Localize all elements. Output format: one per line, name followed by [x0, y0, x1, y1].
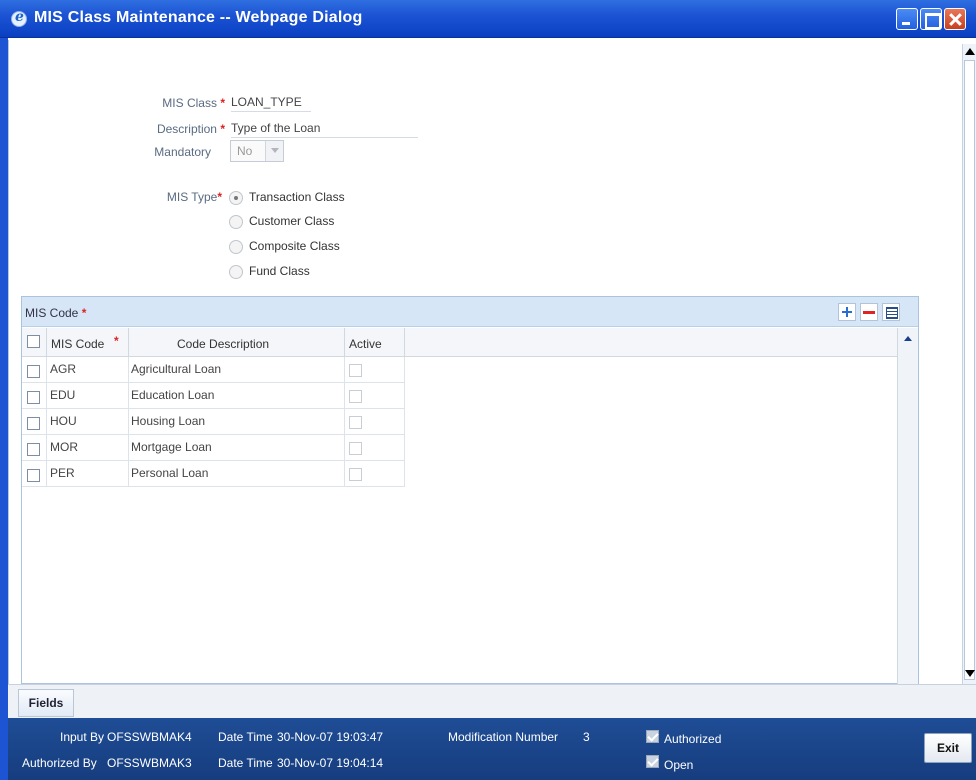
ie-logo-icon [11, 9, 27, 27]
row-active-checkbox[interactable] [349, 468, 362, 481]
mandatory-select-value: No [237, 144, 253, 158]
chevron-down-icon [265, 141, 283, 161]
window-frame-left [0, 38, 8, 780]
mandatory-select[interactable]: No [230, 140, 284, 162]
row-active-cell [345, 409, 405, 435]
select-all-checkbox[interactable] [27, 335, 40, 348]
row-active-cell [345, 435, 405, 461]
table-row [22, 461, 47, 487]
audit-footer: Input By OFSSWBMAK4 Date Time 30-Nov-07 … [8, 718, 976, 780]
radio-label-composite-class: Composite Class [249, 239, 340, 253]
authorized-by-value: OFSSWBMAK3 [107, 756, 192, 770]
row-active-checkbox[interactable] [349, 364, 362, 377]
table-row [22, 383, 47, 409]
maximize-icon[interactable] [920, 8, 942, 30]
row-code-cell[interactable]: HOU [47, 409, 129, 435]
input-by-label: Input By [60, 730, 105, 744]
mis-type-label: MIS Type* [166, 190, 222, 204]
window-scrollbar[interactable] [962, 44, 976, 684]
row-description-cell[interactable]: Agricultural Loan [129, 357, 345, 383]
row-select-checkbox[interactable] [27, 391, 40, 404]
row-description-cell[interactable]: Mortgage Loan [129, 435, 345, 461]
open-checkbox-label: Open [664, 758, 694, 772]
mis-class-label: MIS Class * [162, 96, 225, 110]
grid-scrollbar[interactable] [897, 328, 918, 684]
table-row [22, 409, 47, 435]
row-active-cell [345, 383, 405, 409]
authorized-checkbox-label: Authorized [664, 732, 722, 746]
column-header-mis-code: MIS Code * [47, 328, 129, 357]
mis-class-field[interactable]: LOAN_TYPE [231, 95, 311, 112]
table-row [22, 357, 47, 383]
exit-button[interactable]: Exit [924, 733, 972, 763]
open-checkbox[interactable] [646, 755, 659, 768]
column-header-active: Active [345, 328, 405, 357]
radio-customer-class[interactable] [229, 215, 243, 229]
row-description-cell[interactable]: Education Loan [129, 383, 345, 409]
radio-label-transaction-class: Transaction Class [249, 190, 345, 204]
radio-label-fund-class: Fund Class [249, 264, 310, 278]
column-header-filler [405, 328, 897, 357]
row-select-checkbox[interactable] [27, 469, 40, 482]
authorized-by-label: Authorized By [22, 756, 97, 770]
row-active-checkbox[interactable] [349, 442, 362, 455]
grid-section-title: MIS Code * [25, 306, 87, 320]
radio-transaction-class[interactable] [229, 191, 243, 205]
row-active-checkbox[interactable] [349, 390, 362, 403]
row-select-checkbox[interactable] [27, 365, 40, 378]
row-active-checkbox[interactable] [349, 416, 362, 429]
radio-label-customer-class: Customer Class [249, 214, 335, 228]
table-row [22, 435, 47, 461]
fields-bar: Fields [8, 684, 976, 718]
row-code-cell[interactable]: PER [47, 461, 129, 487]
scroll-up-icon[interactable] [904, 336, 912, 341]
column-select-all [22, 328, 47, 357]
radio-composite-class[interactable] [229, 240, 243, 254]
minimize-icon[interactable] [896, 8, 918, 30]
row-description-cell[interactable]: Personal Loan [129, 461, 345, 487]
radio-fund-class[interactable] [229, 265, 243, 279]
authorized-date-time-label: Date Time [218, 756, 273, 770]
mis-code-grid: MIS Code * MIS Code * Code Description Ac… [21, 296, 919, 684]
column-header-code-description: Code Description [129, 328, 345, 357]
add-row-icon[interactable] [838, 303, 856, 321]
description-label: Description * [156, 122, 225, 136]
row-select-checkbox[interactable] [27, 443, 40, 456]
row-select-checkbox[interactable] [27, 417, 40, 430]
modification-number-label: Modification Number [448, 730, 559, 744]
description-field[interactable]: Type of the Loan [231, 121, 418, 138]
scroll-down-icon[interactable] [965, 670, 975, 677]
row-code-cell[interactable]: MOR [47, 435, 129, 461]
row-description-cell[interactable]: Housing Loan [129, 409, 345, 435]
scroll-up-icon[interactable] [965, 48, 975, 55]
input-date-time-label: Date Time [218, 730, 273, 744]
authorized-checkbox[interactable] [646, 730, 659, 743]
row-code-cell[interactable]: EDU [47, 383, 129, 409]
single-view-icon[interactable] [882, 303, 900, 321]
grid-header-bar: MIS Code * [22, 297, 918, 327]
row-active-cell [345, 357, 405, 383]
close-icon[interactable] [944, 8, 966, 30]
row-code-cell[interactable]: AGR [47, 357, 129, 383]
window-title: MIS Class Maintenance -- Webpage Dialog [34, 9, 363, 26]
fields-button[interactable]: Fields [18, 689, 74, 717]
input-by-value: OFSSWBMAK4 [107, 730, 192, 744]
delete-row-icon[interactable] [860, 303, 878, 321]
scrollbar-thumb[interactable] [964, 60, 975, 680]
modification-number-value: 3 [583, 730, 590, 744]
row-active-cell [345, 461, 405, 487]
authorized-date-time-value: 30-Nov-07 19:04:14 [277, 756, 384, 770]
window-title-bar: MIS Class Maintenance -- Webpage Dialog [0, 0, 976, 38]
input-date-time-value: 30-Nov-07 19:03:47 [277, 730, 384, 744]
mandatory-label: Mandatory [154, 145, 211, 159]
